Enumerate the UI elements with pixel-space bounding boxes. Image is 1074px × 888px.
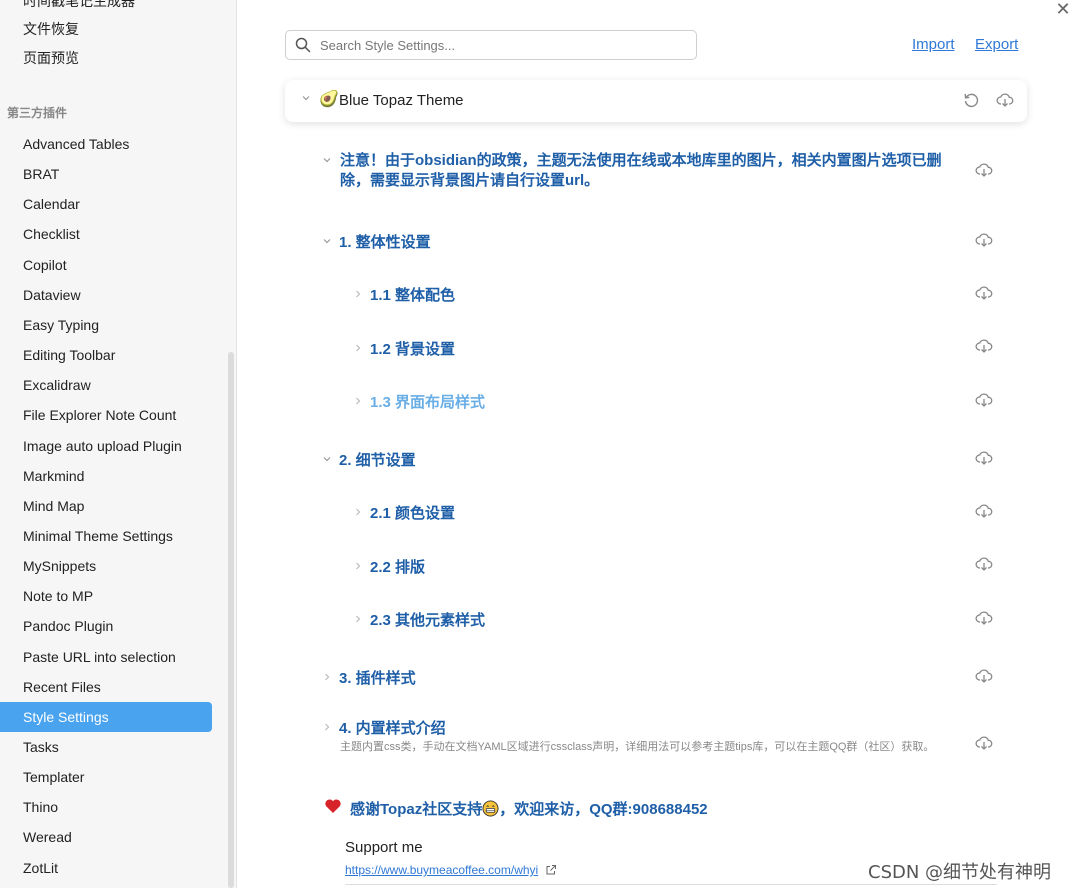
download-icon[interactable] bbox=[975, 161, 993, 179]
support-title: Support me bbox=[345, 839, 423, 856]
sidebar-item-checklist[interactable]: Checklist bbox=[0, 219, 212, 249]
sidebar-item-note-to-mp[interactable]: Note to MP bbox=[0, 581, 212, 611]
download-icon[interactable] bbox=[975, 449, 993, 467]
sidebar-item-easy-typing[interactable]: Easy Typing bbox=[0, 310, 212, 340]
search-input[interactable] bbox=[320, 35, 680, 55]
thanks-text-after: ，欢迎来访，QQ群:908688452 bbox=[499, 801, 708, 818]
chevron-down-icon[interactable] bbox=[322, 236, 332, 246]
section-label: 4. 内置样式介绍 bbox=[339, 720, 446, 737]
sidebar-scrollbar[interactable] bbox=[228, 352, 234, 888]
grinning-face-icon bbox=[482, 800, 499, 817]
chevron-right-icon[interactable] bbox=[353, 614, 363, 624]
notice-heading[interactable]: 注意！由于obsidian的政策，主题无法使用在线或本地库里的图片，相关内置图片… bbox=[340, 151, 950, 191]
external-link-icon bbox=[546, 865, 556, 875]
section-label: 1. 整体性设置 bbox=[339, 234, 431, 251]
sidebar-item-copilot[interactable]: Copilot bbox=[0, 250, 212, 280]
sidebar-item-recent-files[interactable]: Recent Files bbox=[0, 672, 212, 702]
sidebar-item-style-settings[interactable]: Style Settings bbox=[0, 702, 212, 732]
divider bbox=[345, 884, 997, 885]
sidebar-item-page-preview[interactable]: 页面预览 bbox=[0, 43, 212, 73]
reset-icon[interactable] bbox=[962, 91, 980, 109]
download-icon[interactable] bbox=[975, 284, 993, 302]
sidebar-item-mysnippets[interactable]: MySnippets bbox=[0, 551, 212, 581]
section-label: 2.1 颜色设置 bbox=[370, 505, 456, 522]
sidebar-item-markmind[interactable]: Markmind bbox=[0, 461, 212, 491]
sidebar-item-tasks[interactable]: Tasks bbox=[0, 732, 212, 762]
download-icon[interactable] bbox=[975, 337, 993, 355]
chevron-down-icon[interactable] bbox=[301, 93, 311, 103]
download-icon[interactable] bbox=[975, 609, 993, 627]
sidebar-item-editing-toolbar[interactable]: Editing Toolbar bbox=[0, 340, 212, 370]
download-icon[interactable] bbox=[975, 391, 993, 409]
import-link[interactable]: Import bbox=[912, 36, 955, 53]
download-icon[interactable] bbox=[975, 502, 993, 520]
theme-header-card[interactable]: 🥑 Blue Topaz Theme bbox=[285, 80, 1027, 122]
chevron-right-icon[interactable] bbox=[322, 722, 332, 732]
download-icon[interactable] bbox=[996, 91, 1014, 109]
search-icon bbox=[295, 37, 311, 53]
download-icon[interactable] bbox=[975, 734, 993, 752]
section-label: 2.3 其他元素样式 bbox=[370, 612, 486, 629]
chevron-right-icon[interactable] bbox=[353, 396, 363, 406]
section-label: 1.1 整体配色 bbox=[370, 287, 456, 304]
avocado-icon: 🥑 bbox=[319, 91, 339, 108]
section-label: 1.2 背景设置 bbox=[370, 341, 456, 358]
download-icon[interactable] bbox=[975, 555, 993, 573]
sidebar-item-image-auto-upload-plugin[interactable]: Image auto upload Plugin bbox=[0, 431, 212, 461]
chevron-right-icon[interactable] bbox=[353, 289, 363, 299]
thanks-text-before: 感谢Topaz社区支持 bbox=[350, 801, 483, 818]
sidebar-item-dataview[interactable]: Dataview bbox=[0, 280, 212, 310]
chevron-right-icon[interactable] bbox=[353, 507, 363, 517]
section-label: 3. 插件样式 bbox=[339, 670, 416, 687]
section-label: 2.2 排版 bbox=[370, 559, 426, 576]
section-label: 2. 细节设置 bbox=[339, 452, 416, 469]
thanks-text: 感谢Topaz社区支持 ，欢迎来访，QQ群:908688452 bbox=[350, 798, 708, 819]
section-description: 主题内置css类，手动在文档YAML区域进行cssclass声明，详细用法可以参… bbox=[340, 741, 935, 753]
export-link[interactable]: Export bbox=[975, 36, 1018, 53]
sidebar-item-thino[interactable]: Thino bbox=[0, 792, 212, 822]
heart-icon bbox=[325, 799, 341, 813]
sidebar-item-file-explorer-note-count[interactable]: File Explorer Note Count bbox=[0, 400, 212, 430]
sidebar-item-pandoc-plugin[interactable]: Pandoc Plugin bbox=[0, 611, 212, 641]
sidebar-item-minimal-theme-settings[interactable]: Minimal Theme Settings bbox=[0, 521, 212, 551]
sidebar-item-file-recovery[interactable]: 文件恢复 bbox=[0, 14, 212, 44]
sidebar-item-excalidraw[interactable]: Excalidraw bbox=[0, 370, 212, 400]
sidebar-item-zotlit[interactable]: ZotLit bbox=[0, 853, 212, 883]
sidebar-item-calendar[interactable]: Calendar bbox=[0, 189, 212, 219]
chevron-down-icon[interactable] bbox=[322, 454, 332, 464]
support-link[interactable]: https://www.buymeacoffee.com/whyi bbox=[345, 863, 538, 877]
sidebar-item-brat[interactable]: BRAT bbox=[0, 159, 212, 189]
sidebar-item-advanced-tables[interactable]: Advanced Tables bbox=[0, 129, 212, 159]
sidebar-group-community-plugins: 第三方插件 bbox=[7, 106, 68, 120]
download-icon[interactable] bbox=[975, 667, 993, 685]
sidebar-item-mind-map[interactable]: Mind Map bbox=[0, 491, 212, 521]
sidebar-item-templater[interactable]: Templater bbox=[0, 762, 212, 792]
section-label: 1.3 界面布局样式 bbox=[370, 394, 486, 411]
chevron-down-icon[interactable] bbox=[322, 155, 332, 165]
sidebar-item-paste-url-into-selection[interactable]: Paste URL into selection bbox=[0, 642, 212, 672]
chevron-right-icon[interactable] bbox=[353, 561, 363, 571]
download-icon[interactable] bbox=[975, 231, 993, 249]
chevron-right-icon[interactable] bbox=[353, 343, 363, 353]
sidebar-item-weread[interactable]: Weread bbox=[0, 822, 212, 852]
theme-title: Blue Topaz Theme bbox=[339, 92, 464, 109]
chevron-right-icon[interactable] bbox=[322, 672, 332, 682]
search-field[interactable] bbox=[285, 30, 697, 60]
close-icon[interactable]: ✕ bbox=[1054, 0, 1072, 18]
watermark-text: CSDN @细节处有神明 bbox=[868, 862, 1052, 883]
settings-sidebar: 时间戳笔记生成器 文件恢复 页面预览 第三方插件 Advanced Tables… bbox=[0, 0, 237, 888]
